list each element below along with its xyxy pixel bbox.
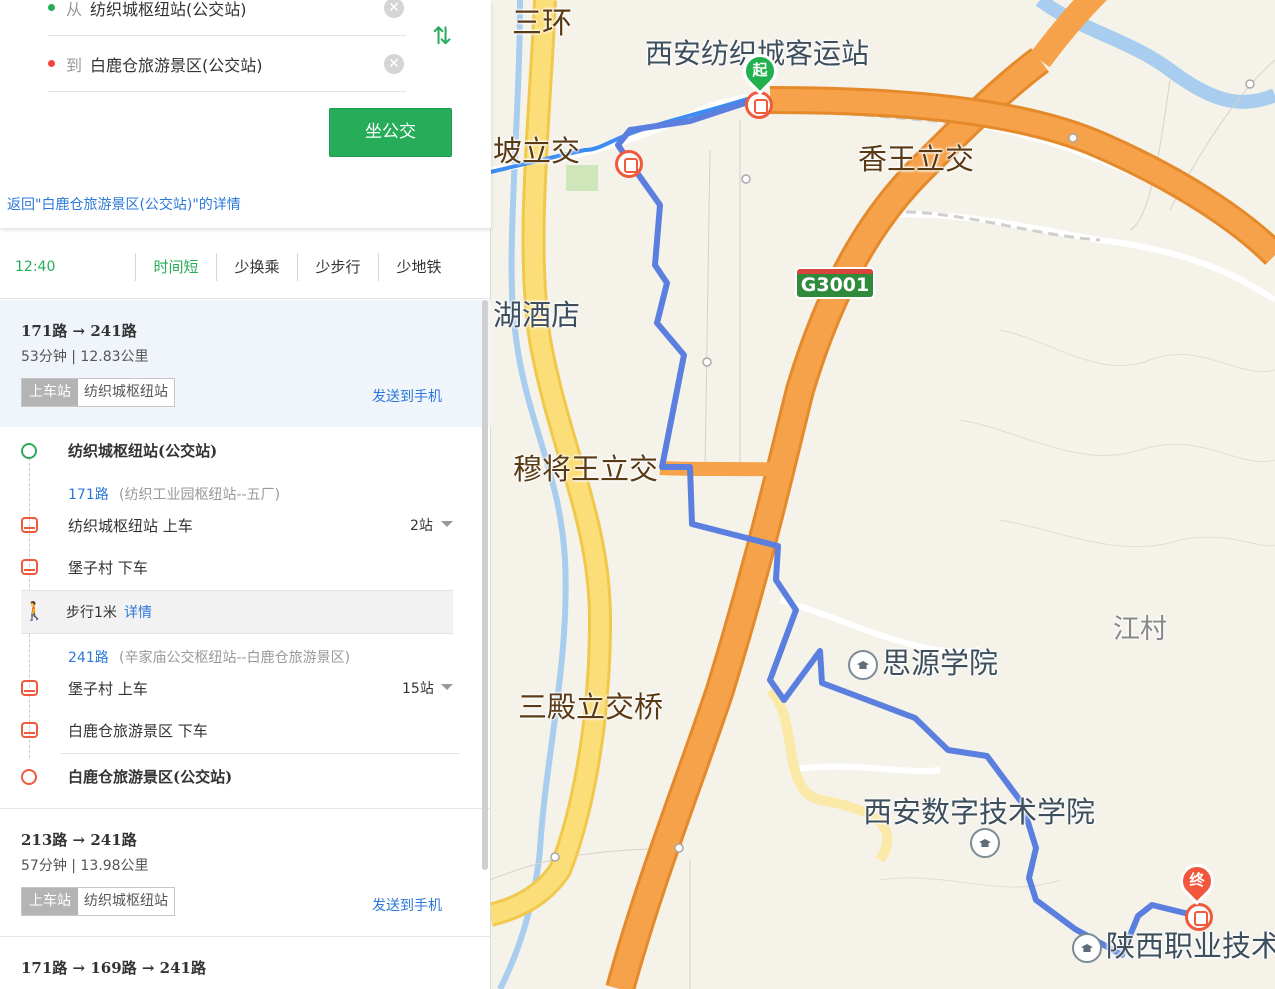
back-to-details-link[interactable]: 返回"白鹿仓旅游景区(公交站)"的详情 [7, 194, 241, 214]
vocational-name: 陕西职业技术 [1106, 929, 1275, 963]
bus-icon [21, 559, 38, 575]
bus-icon [21, 517, 38, 533]
plan-lines: 171路 → 241路 [21, 322, 137, 340]
end-pin-text: 终 [1189, 871, 1205, 889]
boarding-tag: 上车站 纺织城枢纽站 [21, 887, 175, 916]
chevron-down-icon[interactable] [441, 684, 453, 690]
line-1-link[interactable]: 171路 [68, 484, 109, 504]
boarding-station: 纺织城枢纽站 [84, 893, 168, 909]
scrollbar[interactable] [482, 300, 488, 870]
map-label-digital-institute: 西安数字技术学院 [863, 795, 1096, 829]
plan-meta: 57分钟 | 13.98公里 [21, 858, 149, 874]
boarding-station: 纺织城枢纽站 [84, 384, 168, 400]
bus-icon [21, 680, 38, 696]
map-label-xiangwang: 香王立交 [858, 142, 975, 176]
start-pin-text: 起 [752, 61, 768, 79]
start-pin-icon[interactable]: 起 [735, 46, 785, 98]
app-window: 三环 西安纺织城客运站 坡立交 香王立交 湖酒店 穆将王立交 江村 思源学院 三… [0, 0, 1275, 989]
route-plan-2[interactable]: 213路 → 241路 57分钟 | 13.98公里 上车站 纺织城枢纽站 发送到… [0, 809, 491, 936]
left-panel: 从 纺织城枢纽站(公交站) ✕ 到 白鹿仓旅游景区(公交站) ✕ ⇅ 坐公交 返… [0, 0, 491, 989]
walk-icon: 🚶 [23, 601, 46, 622]
route-plan-3[interactable]: 171路 → 169路 → 241路 [0, 937, 491, 989]
walk-step: 🚶 步行1米 详情 [21, 590, 453, 634]
filter-less-walking[interactable]: 少步行 [297, 253, 378, 281]
line-1-range: (纺织工业园枢纽站--五厂) [119, 487, 281, 503]
step-divider [60, 753, 460, 754]
plan-lines: 213路 → 241路 [21, 831, 137, 849]
destination-dot-icon [48, 59, 55, 67]
destination-circle-icon [21, 769, 37, 785]
origin-input[interactable]: 纺织城枢纽站(公交站) [90, 0, 247, 20]
walk-detail-link[interactable]: 详情 [124, 602, 152, 622]
filter-fewer-transfers[interactable]: 少换乘 [216, 253, 297, 281]
destination-row[interactable]: 到 白鹿仓旅游景区(公交站) ✕ [48, 36, 406, 92]
step-destination-name: 白鹿仓旅游景区(公交站) [68, 768, 233, 786]
highway-shield: G3001 [797, 269, 873, 297]
send-to-phone-link[interactable]: 发送到手机 [372, 895, 442, 915]
school-icon [1072, 933, 1102, 963]
chevron-down-icon[interactable] [441, 521, 453, 527]
clear-destination-icon[interactable]: ✕ [384, 53, 404, 74]
origin-dot-icon [48, 3, 55, 11]
depart-time[interactable]: 12:40 [15, 259, 55, 275]
filter-shortest-time[interactable]: 时间短 [135, 253, 216, 281]
swap-icon[interactable]: ⇅ [428, 22, 456, 50]
step-origin-name: 纺织城枢纽站(公交站) [68, 442, 218, 460]
origin-circle-icon [21, 443, 37, 459]
map-label-hotel: 湖酒店 [493, 298, 581, 332]
map-label-vocational: 陕西职业技术 [1072, 923, 1275, 965]
board-1-stop-count: 2站 [410, 518, 433, 534]
route-plan-1[interactable]: 171路 → 241路 53分钟 | 12.83公里 上车站 纺织城枢纽站 发送到… [0, 300, 491, 427]
origin-row[interactable]: 从 纺织城枢纽站(公交站) ✕ [48, 0, 406, 36]
map-label-sandian: 三殿立交桥 [518, 690, 664, 724]
board-2-stop-count: 15站 [402, 681, 434, 697]
bus-stop-transfer-icon[interactable] [615, 150, 643, 178]
take-bus-button[interactable]: 坐公交 [329, 108, 452, 157]
alight-1-name: 堡子村 下车 [68, 559, 148, 577]
map-label-mujiangwang: 穆将王立交 [513, 452, 659, 486]
map-label-ring: 三环 [512, 6, 572, 41]
end-pin-icon[interactable]: 终 [1172, 856, 1222, 908]
board-1-name: 纺织城枢纽站 上车 [68, 517, 193, 535]
school-icon [848, 650, 878, 680]
from-prefix: 从 [66, 0, 83, 19]
boarding-label: 上车站 [22, 379, 78, 406]
siyuan-name: 思源学院 [882, 646, 999, 680]
to-prefix: 到 [66, 55, 83, 75]
boarding-tag: 上车站 纺织城枢纽站 [21, 378, 175, 407]
map-label-siyuan: 思源学院 [848, 640, 998, 682]
bus-icon [21, 722, 38, 738]
alight-2-name: 白鹿仓旅游景区 下车 [68, 722, 208, 740]
filter-less-subway[interactable]: 少地铁 [378, 253, 459, 281]
school-icon [970, 828, 1000, 858]
route-search-box: 从 纺织城枢纽站(公交站) ✕ 到 白鹿仓旅游景区(公交站) ✕ ⇅ 坐公交 返… [0, 0, 491, 228]
walk-text: 步行1米 [66, 605, 117, 621]
map-label-po-interchange: 坡立交 [493, 134, 581, 168]
plan-lines: 171路 → 169路 → 241路 [21, 959, 206, 977]
board-2-name: 堡子村 上车 [68, 680, 148, 698]
clear-origin-icon[interactable]: ✕ [384, 0, 404, 18]
line-2-range: (辛家庙公交枢纽站--白鹿仓旅游景区) [119, 650, 351, 666]
filter-bar: 12:40 时间短 少换乘 少步行 少地铁 [0, 235, 491, 299]
boarding-label: 上车站 [22, 888, 78, 915]
line-2-link[interactable]: 241路 [68, 647, 109, 667]
map-label-jiangcun: 江村 [1113, 614, 1167, 645]
plan-meta: 53分钟 | 12.83公里 [21, 349, 149, 365]
send-to-phone-link[interactable]: 发送到手机 [372, 386, 442, 406]
destination-input[interactable]: 白鹿仓旅游景区(公交站) [90, 52, 263, 76]
